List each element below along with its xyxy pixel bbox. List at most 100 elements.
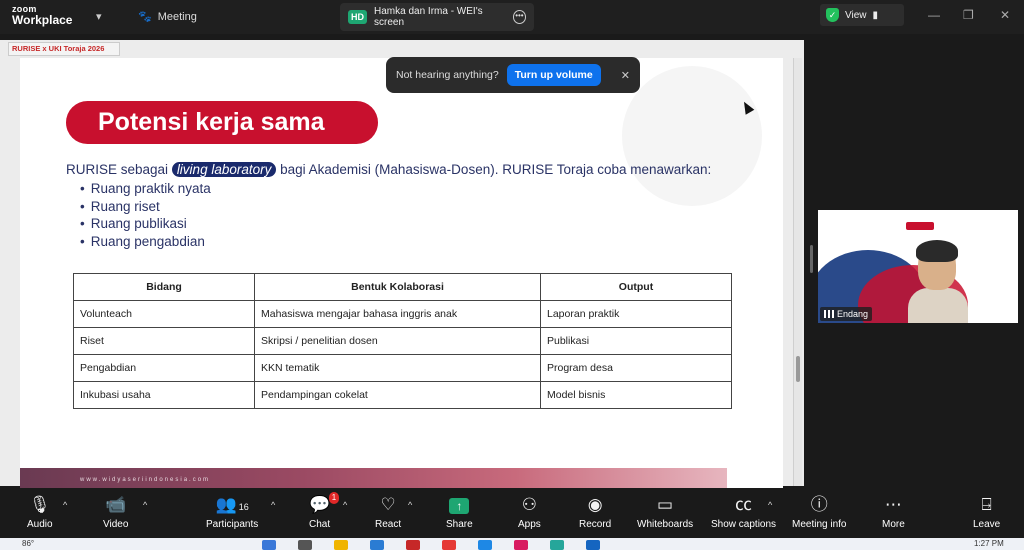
show-captions-button[interactable]: ㏄ Show captions (711, 494, 776, 530)
table-row: Pengabdian KKN tematik Program desa (73, 354, 732, 382)
whiteboards-button[interactable]: ▭ Whiteboards (637, 494, 693, 530)
meeting-info-label: Meeting info (792, 519, 847, 530)
captions-icon: ㏄ (735, 495, 753, 514)
more-icon: ⋯ (884, 495, 902, 514)
table-cell: KKN tematik (254, 354, 541, 382)
audio-label: Audio (27, 519, 53, 530)
slide-intro: RURISE sebagai living laboratory bagi Ak… (66, 162, 711, 177)
taskbar-app-icon[interactable] (406, 540, 420, 550)
slide-footer-text: www.widyaseriindonesia.com (80, 477, 211, 483)
info-icon: ⓘ (810, 495, 828, 514)
apps-icon: ⚇ (521, 495, 538, 514)
scroll-thumb[interactable] (796, 356, 800, 382)
record-button[interactable]: ◉ Record (579, 494, 611, 530)
taskbar-app-icon[interactable] (262, 540, 276, 550)
bullet-item: Ruang praktik nyata (80, 180, 211, 198)
whiteboards-label: Whiteboards (637, 519, 694, 530)
intro-after: bagi Akademisi (Mahasiswa-Dosen). RURISE… (276, 162, 712, 177)
meeting-label: Meeting (157, 10, 197, 23)
paw-icon: 🐾 (138, 11, 152, 23)
whiteboard-icon: ▭ (657, 495, 674, 514)
video-button[interactable]: 📹 Video (103, 494, 128, 530)
table-cell: Riset (73, 327, 255, 355)
participant-video (908, 240, 968, 323)
intro-highlight: living laboratory (171, 162, 277, 177)
meeting-info-button[interactable]: ⓘ Meeting info (792, 494, 846, 530)
chevron-down-icon[interactable]: ▾ (96, 10, 102, 23)
chat-options-caret[interactable]: ^ (343, 500, 347, 510)
chat-button[interactable]: 💬 1 Chat (309, 492, 340, 530)
captions-label: Show captions (711, 519, 777, 530)
share-screen-icon: ↑ (449, 498, 470, 514)
table-cell: Program desa (540, 354, 732, 382)
maximize-icon[interactable]: ❐ (963, 8, 974, 22)
leave-button[interactable]: ⍈ Leave (973, 494, 1000, 530)
share-button[interactable]: ↑ Share (446, 494, 473, 530)
meeting-toolbar: 🎙 Audio ^ 📹 Video ^ 👥 16 Participants ^ 💬… (0, 488, 1024, 538)
collaboration-table: Bidang Bentuk Kolaborasi Output Voluntea… (73, 273, 732, 409)
taskbar-app-icon[interactable] (298, 540, 312, 550)
table-header-row: Bidang Bentuk Kolaborasi Output (73, 273, 732, 301)
taskbar-icons (262, 540, 600, 550)
meeting-button[interactable]: 🐾 Meeting (138, 10, 197, 24)
header-bidang: Bidang (73, 273, 255, 301)
taskbar-app-icon[interactable] (370, 540, 384, 550)
view-button[interactable]: ✓ View ▮ (820, 4, 904, 26)
record-label: Record (579, 519, 612, 530)
muted-mic-icon: 🎙 (28, 495, 51, 514)
participant-video-tile[interactable]: Endang (818, 210, 1018, 323)
chat-badge: 1 (328, 492, 340, 504)
heart-icon: ♡ (380, 495, 396, 514)
apps-button[interactable]: ⚇ Apps (518, 494, 541, 530)
taskbar-app-icon[interactable] (442, 540, 456, 550)
react-button[interactable]: ♡ React (375, 494, 401, 530)
presentation-slide: Potensi kerja sama RURISE sebagai living… (20, 58, 783, 488)
notice-text: Not hearing anything? (396, 69, 499, 81)
table-cell: Pendampingan cokelat (254, 381, 541, 409)
zoom-logo[interactable]: zoom Workplace (12, 4, 72, 26)
minimize-icon[interactable]: — (928, 8, 940, 22)
close-icon[interactable]: ✕ (1000, 8, 1010, 22)
weather-temp[interactable]: 86° (22, 539, 34, 548)
video-options-caret[interactable]: ^ (143, 500, 147, 510)
brand-bottom: Workplace (12, 13, 73, 27)
close-icon[interactable]: ✕ (621, 69, 630, 82)
bullet-item: Ruang pengabdian (80, 233, 211, 251)
top-bar: zoom Workplace ▾ 🐾 Meeting HD Hamka dan … (0, 0, 1024, 34)
audio-button[interactable]: 🎙 Audio (27, 494, 53, 530)
turn-up-volume-button[interactable]: Turn up volume (506, 64, 601, 86)
audio-options-caret[interactable]: ^ (63, 500, 67, 510)
panel-resize-handle[interactable] (810, 245, 813, 273)
taskbar-app-icon[interactable] (550, 540, 564, 550)
shared-screen-tab[interactable]: HD Hamka dan Irma - WEI's screen ••• (340, 3, 534, 31)
captions-options-caret[interactable]: ^ (768, 500, 772, 510)
bullet-list: Ruang praktik nyata Ruang riset Ruang pu… (80, 180, 211, 250)
decorative-circle (622, 66, 762, 206)
more-label: More (882, 519, 905, 530)
leave-icon: ⍈ (981, 495, 992, 514)
os-taskbar: 86° 1:27 PM (0, 538, 1024, 550)
vertical-scrollbar[interactable] (793, 58, 802, 486)
participants-options-caret[interactable]: ^ (271, 500, 275, 510)
leave-label: Leave (973, 519, 1001, 530)
taskbar-app-icon[interactable] (586, 540, 600, 550)
participants-button[interactable]: 👥 16 Participants (206, 494, 258, 530)
layout-icon: ▮ (872, 9, 879, 21)
participant-name: Endang (837, 309, 869, 319)
taskbar-app-icon[interactable] (514, 540, 528, 550)
table-row: Riset Skripsi / penelitian dosen Publika… (73, 327, 732, 355)
table-cell: Publikasi (540, 327, 732, 355)
more-options-icon[interactable]: ••• (512, 10, 526, 24)
clock[interactable]: 1:27 PM (974, 539, 1004, 548)
react-options-caret[interactable]: ^ (408, 500, 412, 510)
shared-screen-title: Hamka dan Irma - WEI's screen (374, 6, 483, 28)
slide-title: Potensi kerja sama (66, 101, 378, 144)
bullet-item: Ruang publikasi (80, 215, 211, 233)
share-label: Share (446, 519, 473, 530)
taskbar-app-icon[interactable] (478, 540, 492, 550)
slide-footer-band: www.widyaseriindonesia.com (20, 468, 727, 488)
taskbar-app-icon[interactable] (334, 540, 348, 550)
table-cell: Skripsi / penelitian dosen (254, 327, 541, 355)
audio-notice: Not hearing anything? Turn up volume ✕ (386, 57, 640, 93)
more-button[interactable]: ⋯ More (882, 494, 905, 530)
